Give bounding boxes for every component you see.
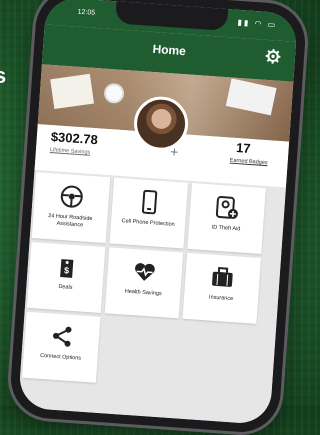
price-tag-icon: $ — [54, 254, 80, 280]
gear-icon[interactable] — [265, 48, 282, 65]
id-person-icon — [215, 195, 241, 221]
phone-screen: 12:05 ▮▮ ◠ ▭ Home $302.78 — [18, 0, 298, 425]
tile-grid: 24 Hour Roadside Assistance Cell Phone P… — [18, 170, 286, 425]
tile-id-theft-aid[interactable]: ID Theft Aid — [187, 183, 265, 254]
hero-decor-cup — [103, 83, 124, 104]
phone-frame: 12:05 ▮▮ ◠ ▭ Home $302.78 — [8, 0, 307, 435]
tile-label: Health Savings — [108, 287, 178, 299]
steering-wheel-icon — [59, 184, 85, 210]
tile-label: Insurance — [186, 293, 256, 305]
tile-connect-options[interactable]: Connect Options — [22, 312, 100, 383]
hero-decor-paper — [50, 74, 94, 109]
tile-cell-phone-protection[interactable]: Cell Phone Protection — [110, 178, 188, 249]
savings-link[interactable]: Lifetime Savings — [50, 147, 91, 156]
briefcase-icon — [210, 265, 236, 291]
tile-label: ID Theft Aid — [191, 223, 261, 235]
background-decor-ribbon: 's — [0, 40, 16, 88]
svg-text:$: $ — [64, 265, 70, 275]
hero-decor-laptop — [226, 78, 277, 115]
status-icons: ▮▮ ◠ ▭ — [237, 18, 277, 30]
page-title: Home — [43, 34, 295, 66]
phone-icon — [137, 189, 163, 215]
badges-value: 17 — [236, 140, 251, 156]
tile-insurance[interactable]: Insurance — [183, 253, 261, 324]
heartbeat-icon — [132, 259, 158, 285]
tile-label: 24 Hour Roadside Assistance — [35, 212, 106, 231]
savings-value: $302.78 — [50, 129, 98, 147]
badges-link[interactable]: Earned Badges — [230, 158, 268, 167]
tile-label: Deals — [30, 282, 100, 294]
tile-label: Cell Phone Protection — [113, 218, 183, 230]
share-icon — [49, 323, 75, 349]
status-time: 12:05 — [77, 9, 95, 17]
tile-health-savings[interactable]: Health Savings — [105, 247, 183, 318]
tile-roadside-assistance[interactable]: 24 Hour Roadside Assistance — [32, 172, 110, 243]
tile-deals[interactable]: $ Deals — [27, 242, 105, 313]
tile-label: Connect Options — [25, 352, 95, 364]
